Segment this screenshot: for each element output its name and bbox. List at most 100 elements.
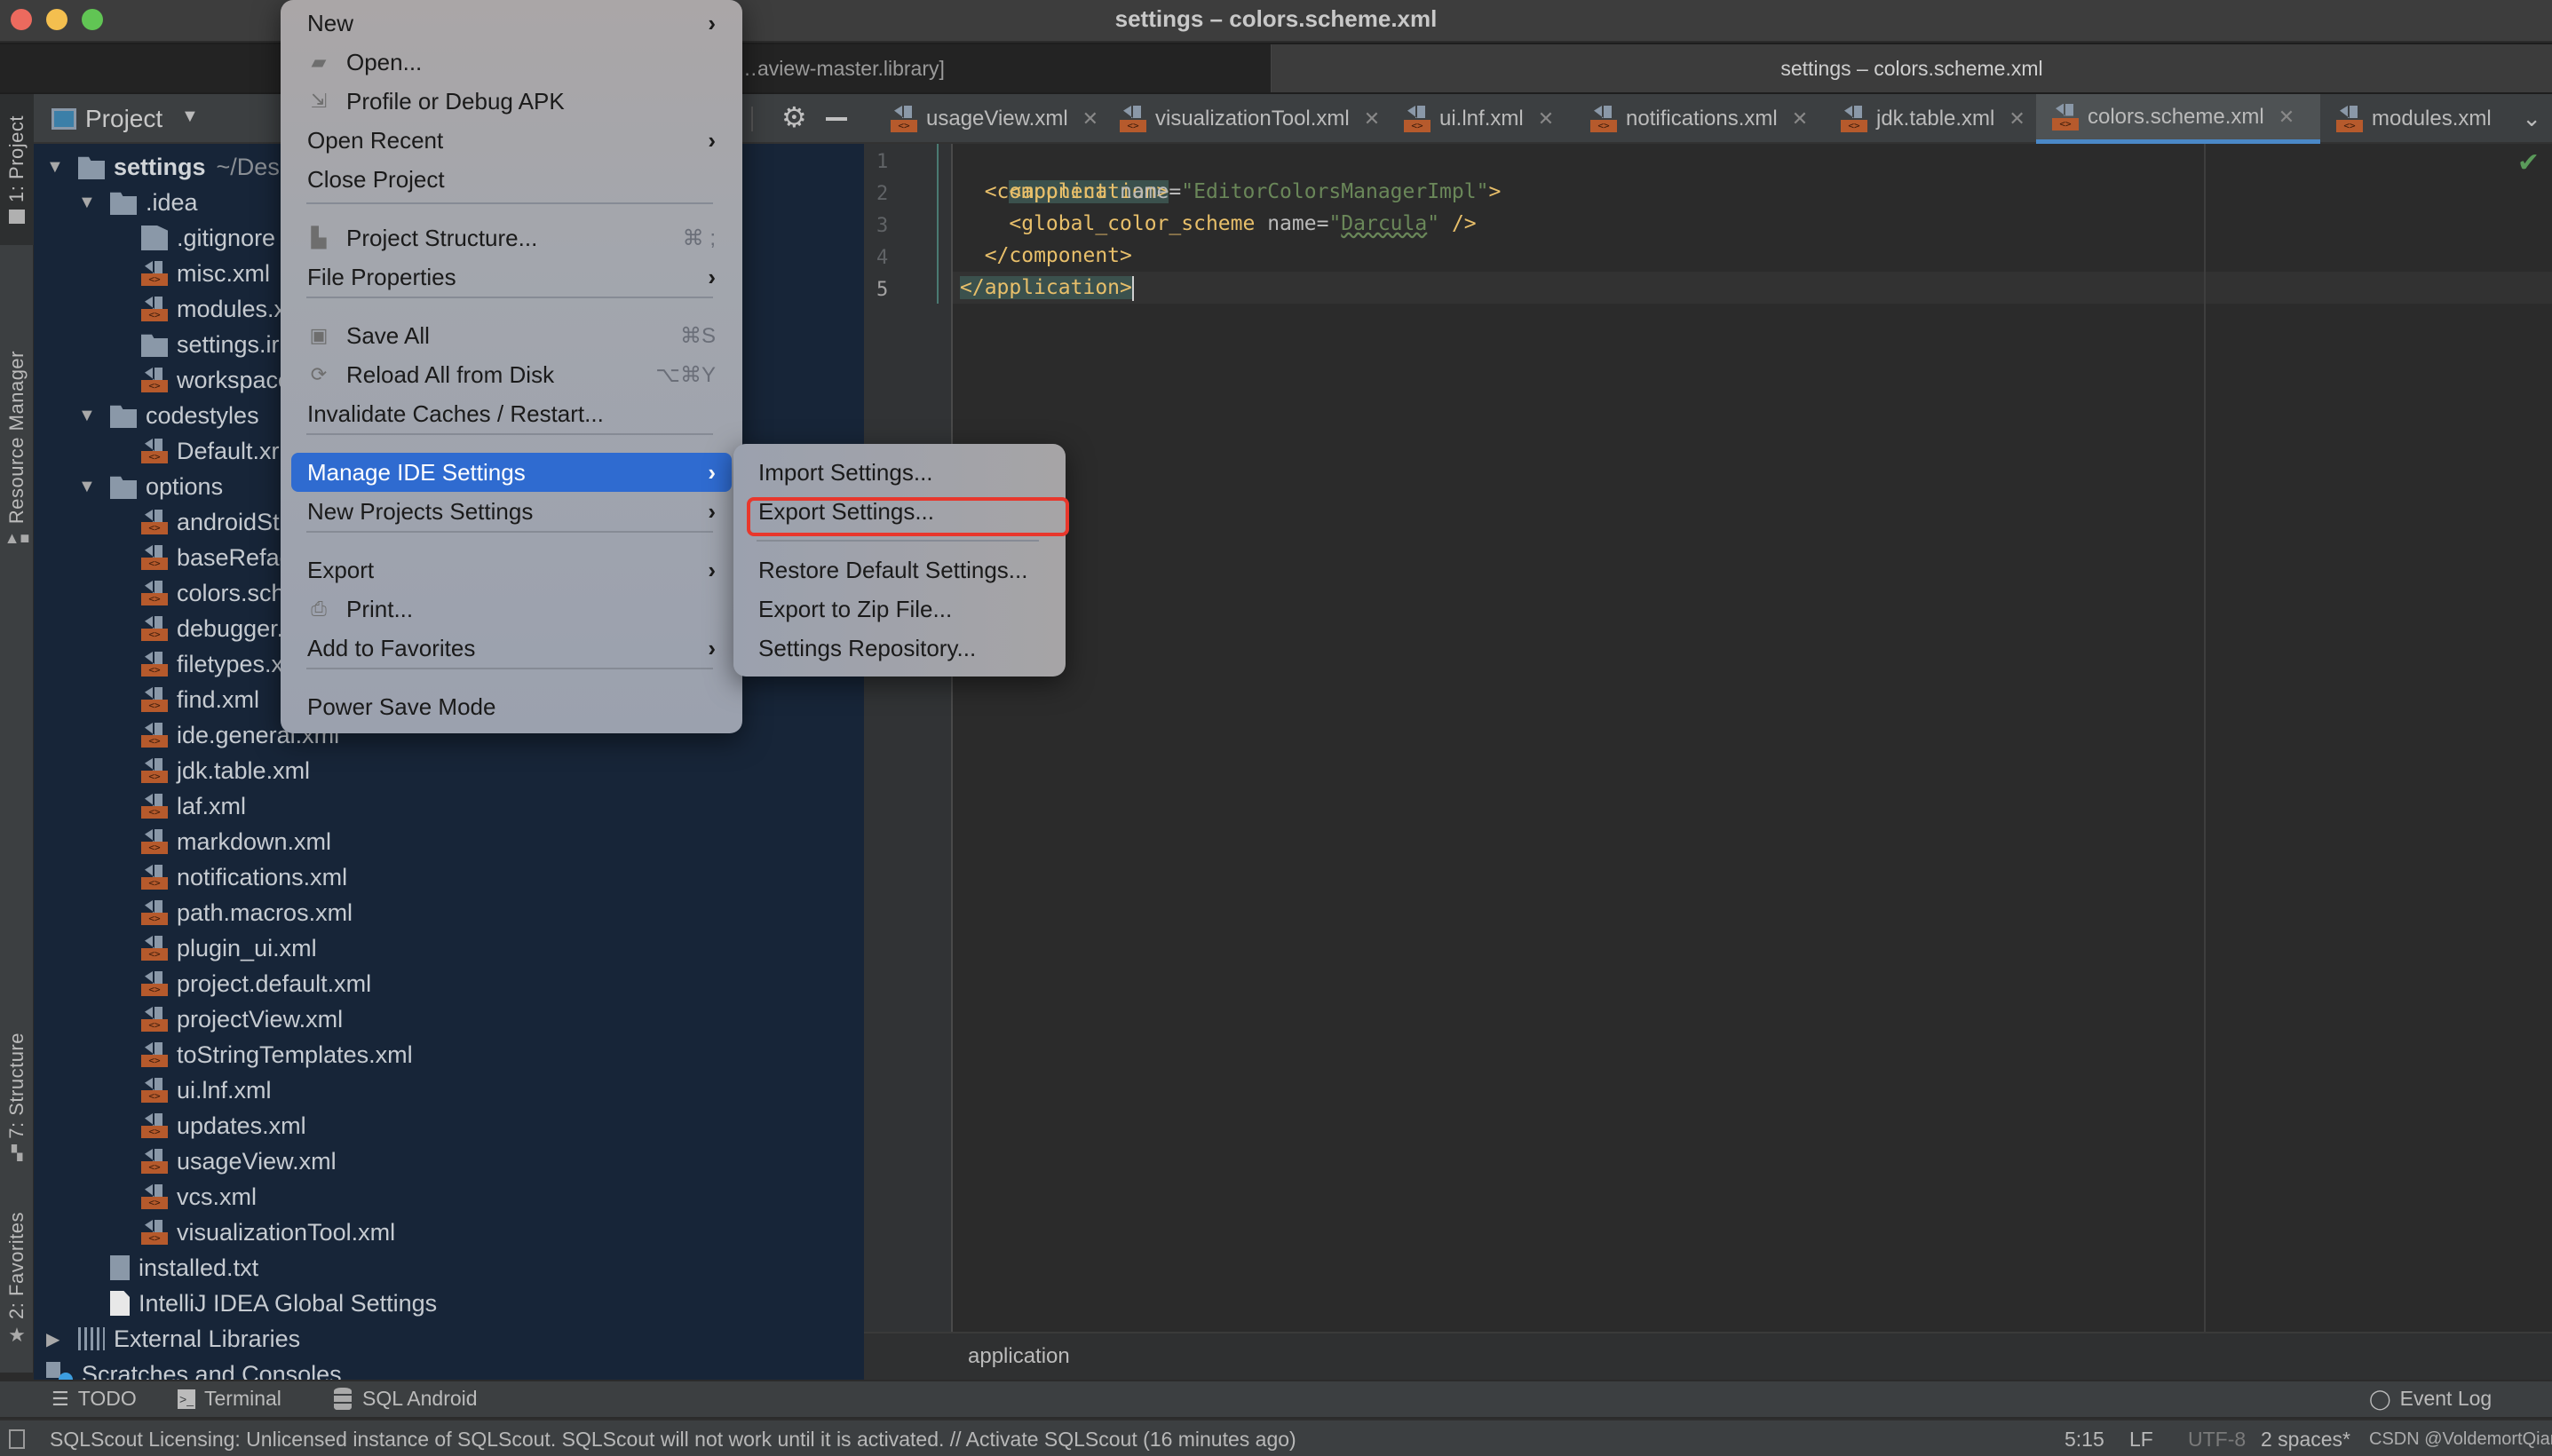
- tree-item[interactable]: .gitignore: [141, 220, 275, 256]
- tree-item[interactable]: usageView.xml: [141, 1143, 337, 1179]
- close-tab-icon[interactable]: ✕: [1364, 107, 1380, 131]
- tree-item[interactable]: markdown.xml: [141, 824, 331, 859]
- collapsed-arrow-icon[interactable]: ▶: [46, 1328, 66, 1350]
- tree-item[interactable]: debugger.: [141, 611, 283, 646]
- menu-item-project-structure[interactable]: ▙ Project Structure... ⌘ ;: [291, 218, 732, 257]
- tree-item[interactable]: IntelliJ IDEA Global Settings: [110, 1286, 437, 1321]
- tree-item[interactable]: workspace: [141, 362, 291, 398]
- tree-item[interactable]: laf.xml: [141, 788, 246, 824]
- expanded-arrow-icon[interactable]: ▼: [46, 157, 66, 178]
- close-tab-icon[interactable]: ✕: [1792, 107, 1808, 131]
- hide-panel-icon[interactable]: [826, 117, 847, 121]
- submenu-item-settings-repository[interactable]: Settings Repository...: [742, 629, 1057, 668]
- tree-item[interactable]: visualizationTool.xml: [141, 1215, 395, 1250]
- menu-item-profile-or-debug-apk[interactable]: ⇲ Profile or Debug APK: [291, 82, 732, 121]
- tool-windows-toggle-icon[interactable]: [9, 1429, 25, 1449]
- tree-item[interactable]: find.xml: [141, 682, 259, 717]
- menu-item-add-to-favorites[interactable]: Add to Favorites ›: [291, 629, 732, 668]
- tool-window-project[interactable]: 1: Project: [0, 94, 34, 245]
- tree-item[interactable]: plugin_ui.xml: [141, 930, 317, 966]
- menu-separator: [306, 297, 713, 298]
- chevron-down-icon[interactable]: ▼: [181, 107, 199, 127]
- menu-item-close-project[interactable]: Close Project: [291, 160, 732, 199]
- editor-tab[interactable]: usageView.xml ✕: [875, 94, 1104, 144]
- tree-item[interactable]: baseRefac: [141, 540, 291, 575]
- editor-tab[interactable]: ui.lnf.xml ✕: [1388, 94, 1574, 144]
- close-tab-icon[interactable]: ✕: [1538, 107, 1554, 131]
- submenu-item-restore-default-settings[interactable]: Restore Default Settings...: [742, 550, 1057, 590]
- tree-item[interactable]: jdk.table.xml: [141, 753, 310, 788]
- menu-item-invalidate-caches-restart[interactable]: Invalidate Caches / Restart...: [291, 394, 732, 433]
- tree-item[interactable]: updates.xml: [141, 1108, 306, 1143]
- close-tab-icon[interactable]: ✕: [1082, 107, 1098, 131]
- menu-item-open-recent[interactable]: Open Recent ›: [291, 121, 732, 160]
- tree-item[interactable]: notifications.xml: [141, 859, 347, 895]
- tree-item[interactable]: toStringTemplates.xml: [141, 1037, 413, 1072]
- menu-item-save-all[interactable]: ▣ Save All ⌘S: [291, 316, 732, 355]
- editor-tab[interactable]: notifications.xml ✕: [1574, 94, 1825, 144]
- expanded-arrow-icon[interactable]: ▼: [78, 193, 98, 213]
- inspection-ok-icon[interactable]: ✔: [2517, 147, 2540, 178]
- menu-item-new-projects-settings[interactable]: New Projects Settings ›: [291, 492, 732, 531]
- tree-item-label: notifications.xml: [177, 863, 348, 890]
- menu-item-file-properties[interactable]: File Properties ›: [291, 257, 732, 297]
- tree-item[interactable]: settings.ir: [141, 327, 280, 362]
- menu-item-power-save-mode[interactable]: Power Save Mode: [291, 687, 732, 726]
- tree-item[interactable]: filetypes.x: [141, 646, 283, 682]
- tree-item[interactable]: ▼ options: [78, 469, 223, 504]
- tree-item[interactable]: projectView.xml: [141, 1001, 343, 1037]
- tool-window-structure[interactable]: 7: Structure ▚: [0, 1009, 34, 1186]
- editor-tab[interactable]: jdk.table.xml ✕: [1825, 94, 2036, 144]
- chevron-down-icon[interactable]: ⌄: [2522, 105, 2541, 132]
- menu-item-open[interactable]: ▰ Open...: [291, 43, 732, 82]
- terminal-tool-button[interactable]: >_ Terminal: [178, 1387, 281, 1411]
- tree-item[interactable]: modules.x: [141, 291, 286, 327]
- editor-tab[interactable]: colors.scheme.xml ✕: [2036, 94, 2320, 144]
- tool-window-favorites[interactable]: 2: Favorites ★: [0, 1204, 34, 1355]
- submenu-item-export-to-zip-file[interactable]: Export to Zip File...: [742, 590, 1057, 629]
- menu-item-export[interactable]: Export ›: [291, 550, 732, 590]
- submenu-item-import-settings[interactable]: Import Settings...: [742, 453, 1057, 492]
- tree-item[interactable]: ▼ .idea: [78, 185, 198, 220]
- close-tab-icon[interactable]: ✕: [2279, 106, 2294, 129]
- tree-item[interactable]: Default.xr: [141, 433, 280, 469]
- menu-item-reload-all-from-disk[interactable]: ⟳ Reload All from Disk ⌥⌘Y: [291, 355, 732, 394]
- editor-tab[interactable]: modules.xml: [2320, 94, 2524, 144]
- tree-item[interactable]: path.macros.xml: [141, 895, 353, 930]
- editor-tab[interactable]: visualizationTool.xml ✕: [1104, 94, 1388, 144]
- expanded-arrow-icon[interactable]: ▼: [78, 477, 98, 497]
- tree-item[interactable]: ▼ codestyles: [78, 398, 259, 433]
- file-encoding[interactable]: UTF-8: [2188, 1428, 2246, 1452]
- window-tab-active[interactable]: settings – colors.scheme.xml: [1272, 57, 2552, 81]
- expanded-arrow-icon[interactable]: ▼: [78, 406, 98, 426]
- tool-window-resource-manager[interactable]: Resource Manager ▲■: [0, 281, 34, 618]
- tree-item[interactable]: colors.sch: [141, 575, 285, 611]
- menu-item-new[interactable]: New ›: [291, 4, 732, 43]
- tree-item[interactable]: ▼ settings ~/Des: [46, 149, 280, 185]
- tree-item[interactable]: ▶ External Libraries: [46, 1321, 300, 1357]
- menu-item-label: Open Recent: [307, 126, 444, 154]
- gear-icon[interactable]: ⚙: [781, 103, 807, 131]
- tree-item[interactable]: project.default.xml: [141, 966, 371, 1001]
- tree-item[interactable]: installed.txt: [110, 1250, 258, 1286]
- indent-setting[interactable]: 2 spaces*: [2261, 1428, 2350, 1452]
- menu-item-print[interactable]: ⎙ Print...: [291, 590, 732, 629]
- sql-android-tool-button[interactable]: SQL Android: [334, 1387, 478, 1411]
- menu-item-manage-ide-settings[interactable]: Manage IDE Settings ›: [291, 453, 732, 492]
- reload-icon: ⟳: [310, 363, 328, 385]
- tree-item-label: find.xml: [177, 685, 260, 713]
- code-editor[interactable]: 1 2 3 4 5 <application> <component name=…: [864, 144, 2552, 1332]
- todo-tool-button[interactable]: ☰ TODO: [52, 1387, 137, 1411]
- breadcrumb[interactable]: application: [968, 1344, 1070, 1369]
- event-log-button[interactable]: ◯ Event Log: [2369, 1387, 2492, 1411]
- status-message[interactable]: SQLScout Licensing: Unlicensed instance …: [50, 1428, 1296, 1452]
- line-separator[interactable]: LF: [2129, 1428, 2153, 1452]
- tree-item[interactable]: androidSt: [141, 504, 280, 540]
- tree-item[interactable]: misc.xml: [141, 256, 270, 291]
- xml-file-icon: [141, 545, 168, 570]
- caret-position[interactable]: 5:15: [2065, 1428, 2104, 1452]
- tree-item[interactable]: ui.lnf.xml: [141, 1072, 272, 1108]
- project-view-selector[interactable]: Project: [85, 105, 162, 133]
- close-tab-icon[interactable]: ✕: [2009, 107, 2025, 131]
- tree-item[interactable]: vcs.xml: [141, 1179, 257, 1215]
